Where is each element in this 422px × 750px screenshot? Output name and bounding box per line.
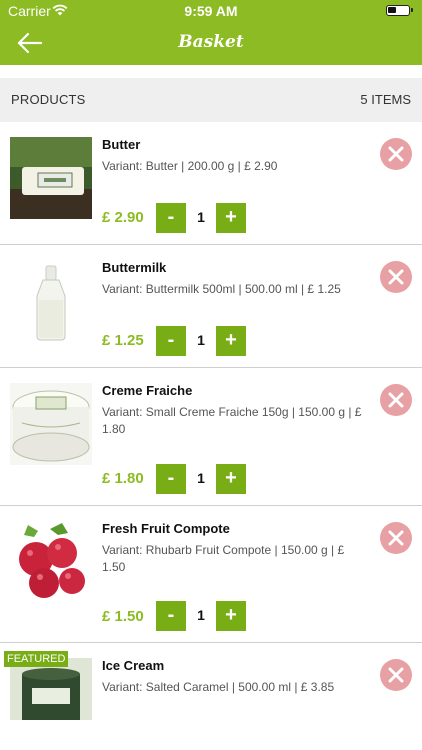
close-icon (388, 269, 404, 285)
product-image (10, 260, 92, 342)
quantity-value: 1 (197, 332, 205, 348)
decrease-quantity-button[interactable]: - (156, 326, 186, 356)
product-variant: Variant: Rhubarb Fruit Compote | 150.00 … (102, 543, 345, 574)
product-image (10, 521, 92, 603)
page-title: Basket (178, 32, 244, 52)
remove-item-button[interactable] (380, 261, 412, 293)
clock: 9:59 AM (184, 3, 238, 19)
products-header: PRODUCTS 5 ITEMS (0, 78, 422, 122)
product-variant: Variant: Small Creme Fraiche 150g | 150.… (102, 405, 362, 436)
product-name: Fresh Fruit Compote (102, 521, 230, 536)
status-bar: Carrier 9:59 AM (0, 0, 422, 22)
product-image (10, 383, 92, 465)
close-icon (388, 530, 404, 546)
product-price: £ 1.80 (102, 470, 144, 487)
decrease-quantity-button[interactable]: - (156, 601, 186, 631)
quantity-value: 1 (197, 607, 205, 623)
nav-bar: Basket (0, 22, 422, 65)
remove-item-button[interactable] (380, 659, 412, 691)
close-icon (388, 667, 404, 683)
increase-quantity-button[interactable]: + (216, 203, 246, 233)
remove-item-button[interactable] (380, 522, 412, 554)
quantity-value: 1 (197, 209, 205, 225)
basket-item: Butter Variant: Butter | 200.00 g | £ 2.… (0, 122, 422, 245)
close-icon (388, 392, 404, 408)
increase-quantity-button[interactable]: + (216, 601, 246, 631)
battery-icon (386, 5, 413, 16)
product-price: £ 1.25 (102, 332, 144, 349)
product-variant: Variant: Butter | 200.00 g | £ 2.90 (102, 159, 278, 173)
remove-item-button[interactable] (380, 138, 412, 170)
product-name: Buttermilk (102, 260, 167, 275)
spacer (0, 65, 422, 78)
decrease-quantity-button[interactable]: - (156, 203, 186, 233)
remove-item-button[interactable] (380, 384, 412, 416)
decrease-quantity-button[interactable]: - (156, 464, 186, 494)
product-price: £ 1.50 (102, 608, 144, 625)
products-label: PRODUCTS (11, 92, 86, 107)
quantity-value: 1 (197, 470, 205, 486)
featured-badge: FEATURED (4, 651, 69, 667)
basket-item: Fresh Fruit Compote Variant: Rhubarb Fru… (0, 506, 422, 643)
product-price: £ 2.90 (102, 209, 144, 226)
increase-quantity-button[interactable]: + (216, 326, 246, 356)
product-image (10, 137, 92, 219)
basket-item: Creme Fraiche Variant: Small Creme Fraic… (0, 368, 422, 506)
product-name: Ice Cream (102, 658, 165, 673)
increase-quantity-button[interactable]: + (216, 464, 246, 494)
items-count: 5 ITEMS (360, 92, 411, 107)
basket-item: Buttermilk Variant: Buttermilk 500ml | 5… (0, 245, 422, 368)
product-variant: Variant: Buttermilk 500ml | 500.00 ml | … (102, 282, 341, 296)
product-name: Creme Fraiche (102, 383, 193, 398)
product-variant: Variant: Salted Caramel | 500.00 ml | £ … (102, 680, 335, 694)
product-image (10, 658, 92, 720)
product-name: Butter (102, 137, 141, 152)
close-icon (388, 146, 404, 162)
basket-item: FEATURED Ice Cream Variant: Salted Caram… (0, 643, 422, 750)
